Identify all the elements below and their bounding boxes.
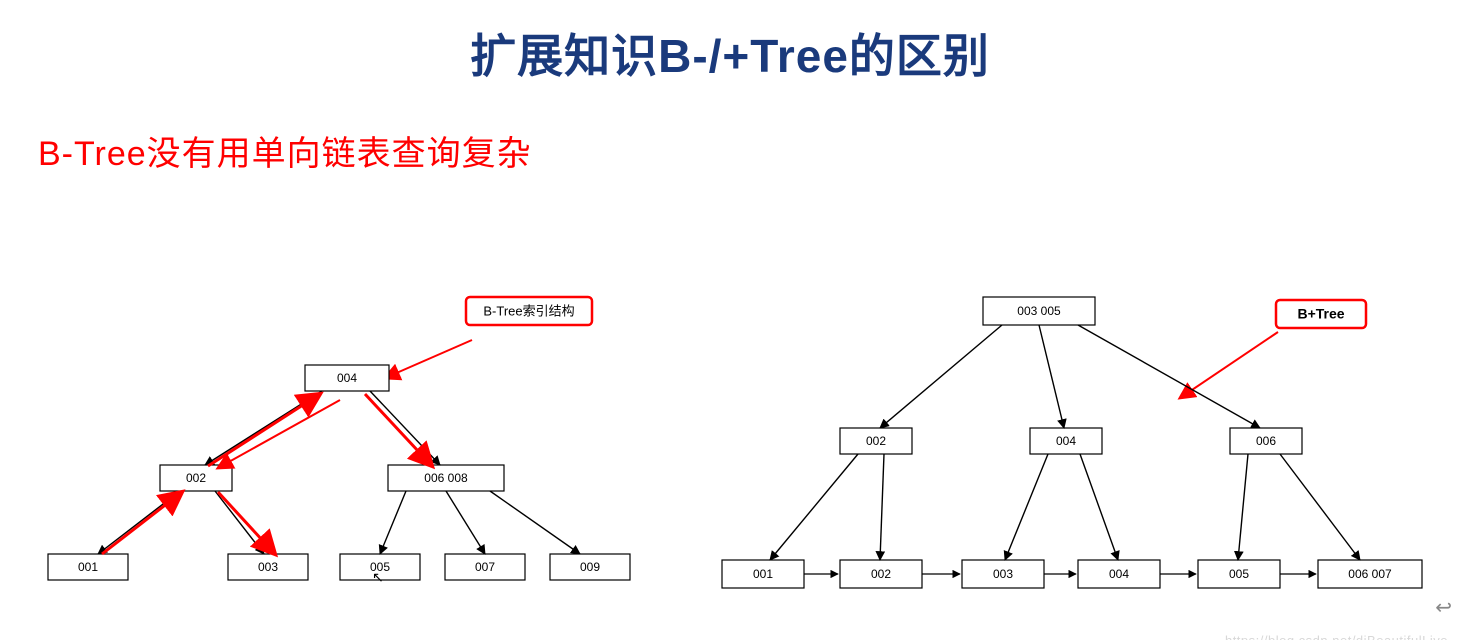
red-path-back-1 [218,400,340,468]
btree-leaf-5-text: 009 [580,560,600,574]
watermark-text: https://blog.csdn.net/diBeautifulLive [1225,633,1448,640]
btree-label-text: B-Tree索引结构 [483,303,574,318]
bptree-leaf-5-text: 005 [1229,567,1249,581]
bptree-leaf-4-text: 004 [1109,567,1129,581]
edge-mr-l5 [1238,454,1248,560]
edge-midright-l5 [490,491,580,554]
btree-mid-right-text: 006 008 [424,471,468,485]
edge-root-mc [1039,325,1064,428]
page-title: 扩展知识B-/+Tree的区别 [0,20,1460,86]
edge-mr-l6 [1280,454,1360,560]
red-path-3 [365,394,432,466]
bptree-leaf-3-text: 003 [993,567,1013,581]
btree-label-arrow [385,340,472,378]
bptree-leaf-6-text: 006 007 [1348,567,1392,581]
edge-midright-l4 [446,491,485,554]
btree-leaf-2-text: 003 [258,560,278,574]
btree-leaf-4-text: 007 [475,560,495,574]
btree-root-text: 004 [337,371,357,385]
btree-mid-left-text: 002 [186,471,206,485]
reply-arrow-icon: ↩ [1435,595,1452,620]
bptree-diagram: B+Tree 003 005 002 004 006 001 002 003 0… [680,270,1460,630]
edge-ml-l2 [880,454,884,560]
edge-root-ml [880,325,1002,428]
btree-leaf-1-text: 001 [78,560,98,574]
cursor-icon: ↖ [372,569,384,585]
bptree-label-arrow [1180,332,1278,398]
subtitle-note: B-Tree没有用单向链表查询复杂 [38,126,1460,175]
edge-midright-l3 [380,491,406,554]
edge-mc-l3 [1005,454,1048,560]
edge-root-midleft [205,391,322,465]
edge-mc-l4 [1080,454,1118,560]
edge-midleft-l2 [215,491,264,554]
red-path-2 [208,394,320,466]
red-path-1 [102,492,182,554]
bptree-root-text: 003 005 [1017,304,1061,318]
bptree-mid-right-text: 006 [1256,434,1276,448]
btree-diagram: B-Tree索引结构 004 002 006 008 001 003 005 0… [20,270,660,630]
edge-ml-l1 [770,454,858,560]
edge-root-midright [370,391,440,465]
bptree-mid-center-text: 004 [1056,434,1076,448]
bptree-mid-left-text: 002 [866,434,886,448]
bptree-leaf-1-text: 001 [753,567,773,581]
red-path-4 [218,492,275,554]
edge-midleft-l1 [98,491,180,554]
edge-root-mr [1078,325,1260,428]
bptree-leaf-2-text: 002 [871,567,891,581]
bptree-label-text: B+Tree [1297,306,1344,322]
